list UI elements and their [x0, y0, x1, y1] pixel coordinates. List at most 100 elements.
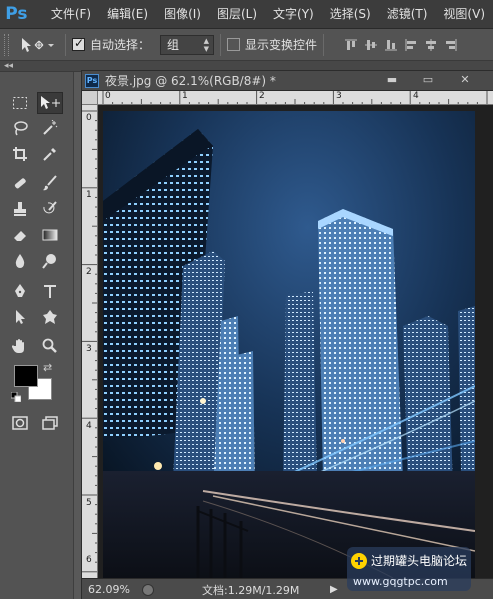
shape-icon	[43, 310, 57, 324]
menu-select[interactable]: 选择(S)	[322, 0, 379, 29]
eraser-icon	[14, 231, 26, 241]
ruler-label: 4	[413, 91, 419, 101]
gradient-tool[interactable]	[37, 224, 63, 246]
close-button[interactable]: ✕	[454, 73, 476, 88]
history-brush-tool[interactable]	[37, 198, 63, 220]
horizontal-ruler-ticks	[102, 91, 488, 104]
crop-icon	[13, 147, 27, 161]
vertical-ruler[interactable]: 0 1 2 3 4 5 6	[82, 105, 98, 578]
hand-icon	[12, 339, 24, 353]
dodge-tool[interactable]	[37, 250, 63, 272]
menu-type[interactable]: 文字(Y)	[265, 0, 322, 29]
canvas-area[interactable]	[98, 105, 493, 578]
menu-bar: Ps 文件(F) 编辑(E) 图像(I) 图层(L) 文字(Y) 选择(S) 滤…	[0, 0, 493, 29]
auto-select-value: 组	[167, 37, 180, 52]
ruler-label: 3	[86, 344, 92, 354]
magnifier-icon	[42, 338, 57, 353]
align-bottom-icon[interactable]	[384, 38, 398, 52]
history-brush-icon	[43, 201, 57, 214]
magic-wand-tool[interactable]	[37, 117, 63, 139]
spot-healing-brush-tool[interactable]	[7, 172, 33, 194]
eyedropper-tool[interactable]	[37, 143, 63, 165]
crop-tool[interactable]	[7, 143, 33, 165]
watermark-logo: 过期罐头电脑论坛 www.gqgtpc.com	[347, 547, 471, 591]
separator	[323, 33, 325, 56]
status-menu-arrow-icon[interactable]: ▶	[330, 584, 338, 595]
move-tool-icon	[22, 37, 54, 52]
show-transform-label: 显示变换控件	[245, 38, 318, 52]
move-tool[interactable]	[37, 92, 63, 114]
ruler-label: 2	[86, 267, 92, 277]
hand-tool[interactable]	[7, 335, 33, 357]
zoom-tool[interactable]	[37, 335, 63, 357]
align-buttons	[344, 38, 458, 52]
ruler-origin[interactable]	[82, 91, 98, 105]
menu-filter[interactable]: 滤镜(T)	[379, 0, 436, 29]
photoshop-logo: Ps	[5, 4, 28, 24]
dropdown-arrows-icon: ▲ ▼	[203, 36, 210, 53]
quick-mask-tool[interactable]	[7, 412, 33, 434]
auto-select-checkbox[interactable]	[72, 36, 85, 51]
menu-file[interactable]: 文件(F)	[43, 0, 99, 29]
screen-mode-icon	[42, 416, 58, 430]
maximize-button[interactable]: ▭	[418, 73, 438, 88]
align-right-icon[interactable]	[444, 38, 458, 52]
menu-edit[interactable]: 编辑(E)	[99, 0, 156, 29]
foreground-color-swatch[interactable]	[14, 365, 38, 387]
marquee-icon	[13, 97, 27, 109]
zoom-level[interactable]: 62.09%	[88, 583, 132, 596]
tool-preset-picker[interactable]	[19, 36, 59, 54]
custom-shape-tool[interactable]	[37, 306, 63, 328]
align-hcenter-icon[interactable]	[424, 38, 438, 52]
auto-select-dropdown[interactable]: 组 ▲ ▼	[160, 34, 215, 55]
auto-select-label: 自动选择：	[90, 38, 151, 52]
menu-image[interactable]: 图像(I)	[156, 0, 209, 29]
status-info-icon[interactable]	[142, 583, 154, 596]
move-icon	[41, 96, 60, 109]
menu-layer[interactable]: 图层(L)	[209, 0, 265, 29]
watermark-text: 过期罐头电脑论坛	[371, 554, 467, 568]
document-window: Ps 夜景.jpg @ 62.1%(RGB/8#) * ▬ ▭ ✕ 0 1 2 …	[81, 70, 493, 599]
night-city-photo[interactable]	[103, 111, 475, 578]
rectangular-marquee-tool[interactable]	[7, 92, 33, 114]
minimize-button[interactable]: ▬	[382, 73, 402, 88]
clone-stamp-tool[interactable]	[7, 198, 33, 220]
align-vcenter-icon[interactable]	[364, 38, 378, 52]
blur-tool[interactable]	[7, 250, 33, 272]
ruler-label: 0	[86, 113, 92, 123]
show-transform-checkbox[interactable]	[227, 38, 241, 51]
document-title-bar[interactable]: Ps 夜景.jpg @ 62.1%(RGB/8#) * ▬ ▭ ✕	[82, 71, 493, 91]
document-title: 夜景.jpg @ 62.1%(RGB/8#) *	[105, 74, 276, 88]
default-colors-icon[interactable]	[11, 392, 21, 402]
ruler-label: 5	[86, 498, 92, 508]
menu-view[interactable]: 视图(V)	[435, 0, 493, 29]
stamp-icon	[14, 202, 26, 216]
document-size-info: 文档:1.29M/1.29M	[202, 583, 300, 597]
align-left-icon[interactable]	[404, 38, 418, 52]
screen-mode-tool[interactable]	[37, 412, 63, 434]
brush-tool[interactable]	[37, 172, 63, 194]
options-bar-grip[interactable]	[4, 33, 9, 56]
pen-icon	[15, 284, 25, 297]
separator	[220, 33, 222, 56]
horizontal-ruler[interactable]: 0 1 2 3 4	[98, 91, 493, 105]
align-top-icon[interactable]	[344, 38, 358, 52]
ruler-label: 1	[182, 91, 188, 101]
path-selection-icon	[16, 310, 25, 324]
lasso-icon	[14, 121, 28, 136]
eraser-tool[interactable]	[7, 224, 33, 246]
options-bar: 自动选择： 组 ▲▼ 显示变换控件	[0, 29, 493, 61]
ruler-label: 6	[86, 555, 92, 565]
magic-wand-icon	[43, 120, 58, 135]
type-tool[interactable]	[37, 280, 63, 302]
separator	[65, 33, 66, 56]
pen-tool[interactable]	[7, 280, 33, 302]
toolbox: ⇄	[0, 72, 74, 599]
type-icon	[44, 285, 56, 298]
path-selection-tool[interactable]	[7, 306, 33, 328]
swap-colors-icon[interactable]: ⇄	[43, 361, 52, 374]
lasso-tool[interactable]	[7, 117, 33, 139]
droplet-icon	[15, 254, 25, 268]
collapse-toolbox-icon[interactable]: ◂◂	[4, 61, 13, 71]
brush-icon	[43, 175, 57, 191]
